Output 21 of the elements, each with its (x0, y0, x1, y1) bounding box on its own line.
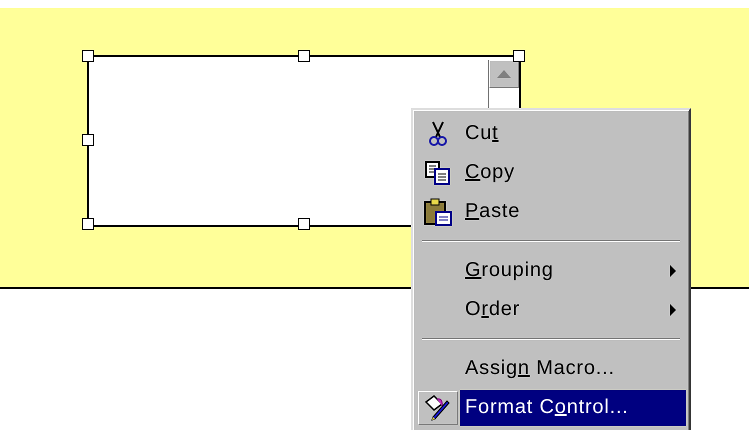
resize-handle[interactable] (513, 50, 525, 62)
menu-item[interactable]: Format Control... (460, 390, 686, 426)
resize-handle[interactable] (82, 50, 94, 62)
menu-item[interactable]: Assign Macro... (460, 350, 686, 386)
up-arrow-icon (497, 70, 511, 78)
scroll-up-button[interactable] (489, 60, 519, 88)
resize-handle[interactable] (82, 218, 94, 230)
menu-item[interactable]: Copy (460, 154, 686, 190)
menu-item[interactable]: Paste (460, 194, 686, 230)
menu-item[interactable]: Grouping (460, 252, 686, 288)
clipboard-icon (424, 198, 452, 226)
menu-item[interactable]: Order (460, 292, 686, 328)
resize-handle[interactable] (82, 134, 94, 146)
menu-item[interactable]: Cut (460, 116, 686, 152)
format-control-icon (418, 390, 458, 424)
copy-icon (425, 160, 451, 184)
resize-handle[interactable] (298, 218, 310, 230)
resize-handle[interactable] (298, 50, 310, 62)
submenu-arrow-icon (670, 304, 676, 316)
scissors-icon (427, 120, 449, 146)
submenu-arrow-icon (670, 264, 676, 276)
